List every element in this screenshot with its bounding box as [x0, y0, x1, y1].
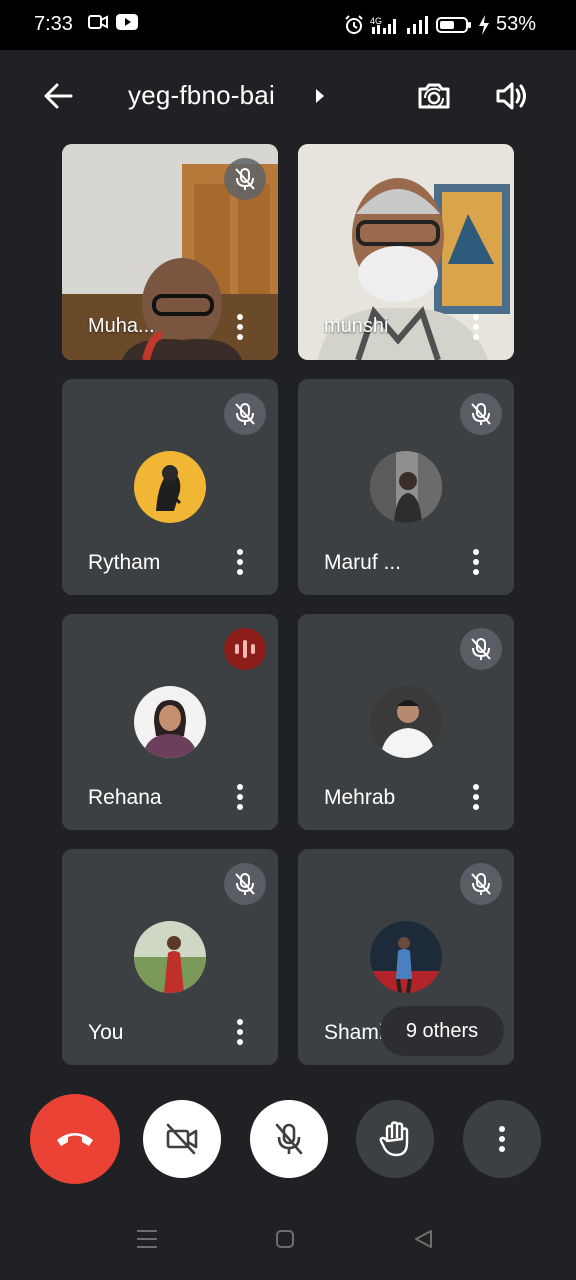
participant-name: Mehrab: [324, 786, 396, 809]
camera-toggle-button[interactable]: [143, 1100, 221, 1178]
volume-up-icon: [496, 82, 526, 110]
status-right-icons: 4G 53%: [344, 13, 536, 36]
raise-hand-button[interactable]: [356, 1100, 434, 1178]
mic-off-icon: [471, 873, 491, 895]
participant-menu-button[interactable]: [230, 1015, 250, 1049]
mic-off-icon: [275, 1123, 303, 1155]
back-nav-button[interactable]: [408, 1224, 438, 1254]
participant-name: Muha...: [88, 315, 155, 337]
alarm-icon: [344, 14, 364, 35]
home-button[interactable]: [270, 1224, 300, 1254]
recent-apps-button[interactable]: [132, 1224, 162, 1254]
participant-menu-button[interactable]: [230, 780, 250, 814]
participant-name: munshi: [324, 315, 389, 337]
more-vert-icon: [473, 549, 479, 575]
participant-tile[interactable]: Rytham: [62, 379, 278, 595]
participant-tile-self[interactable]: You: [62, 849, 278, 1065]
more-vert-icon: [237, 549, 243, 575]
mic-off-icon: [471, 638, 491, 660]
battery-percent: 53%: [495, 13, 536, 35]
participant-menu-button[interactable]: [466, 780, 486, 814]
signal-icon: [406, 15, 430, 35]
call-controls: [0, 1094, 576, 1186]
meeting-header: yeg-fbno-bai: [0, 50, 576, 142]
avatar: [134, 451, 206, 523]
charging-icon: [478, 14, 490, 35]
back-triangle-icon: [415, 1230, 432, 1248]
svg-text:4G: 4G: [370, 16, 382, 26]
avatar: [134, 921, 206, 993]
mic-off-icon: [235, 168, 255, 190]
more-options-button[interactable]: [463, 1100, 541, 1178]
home-square-icon: [276, 1230, 294, 1248]
status-left-icons: [88, 14, 138, 35]
chevron-right-icon[interactable]: [314, 88, 326, 109]
video-call-notification-icon: [88, 14, 108, 35]
avatar: [134, 686, 206, 758]
mic-toggle-button[interactable]: [250, 1100, 328, 1178]
switch-camera-icon: [418, 83, 450, 109]
participant-menu-button[interactable]: [466, 310, 486, 344]
others-chip[interactable]: 9 others: [380, 1006, 504, 1056]
participant-name: Maruf ...: [324, 551, 402, 574]
participant-name: Rehana: [88, 786, 162, 809]
youtube-icon: [116, 14, 138, 35]
participant-name: Rytham: [88, 551, 161, 574]
call-end-icon: [57, 1133, 93, 1146]
mic-off-icon: [471, 403, 491, 425]
participant-menu-button[interactable]: [230, 310, 250, 344]
participant-tile[interactable]: Rehana: [62, 614, 278, 830]
more-vert-icon: [473, 314, 479, 340]
mic-off-indicator: [460, 393, 502, 435]
raise-hand-icon: [379, 1121, 409, 1157]
back-button[interactable]: [40, 78, 76, 114]
more-vert-icon: [237, 784, 243, 810]
avatar: [370, 686, 442, 758]
status-time: 7:33: [34, 13, 73, 35]
menu-icon: [137, 1230, 157, 1248]
mic-off-indicator: [460, 628, 502, 670]
mic-off-indicator: [224, 158, 266, 200]
participant-tile[interactable]: Mehrab: [298, 614, 514, 830]
mic-off-icon: [235, 873, 255, 895]
system-nav-bar: [0, 1196, 576, 1280]
participant-menu-button[interactable]: [230, 545, 250, 579]
more-vert-icon: [499, 1126, 505, 1152]
avatar: [370, 451, 442, 523]
videocam-off-icon: [166, 1123, 198, 1155]
more-vert-icon: [473, 784, 479, 810]
end-call-button[interactable]: [30, 1094, 120, 1184]
signal-4g-icon: 4G: [370, 15, 400, 35]
meeting-code[interactable]: yeg-fbno-bai: [128, 80, 275, 111]
switch-camera-button[interactable]: [414, 76, 454, 116]
participant-tile[interactable]: Muha...: [62, 144, 278, 360]
avatar: [370, 921, 442, 993]
mic-off-indicator: [224, 863, 266, 905]
mic-off-indicator: [460, 863, 502, 905]
participant-tile[interactable]: munshi: [298, 144, 514, 360]
more-vert-icon: [237, 1019, 243, 1045]
mic-off-indicator: [224, 393, 266, 435]
participant-menu-button[interactable]: [466, 545, 486, 579]
arrow-back-icon: [44, 83, 73, 109]
status-bar: 7:33 4G 53%: [0, 0, 576, 50]
speaking-indicator: [224, 628, 266, 670]
participant-tile[interactable]: Maruf ...: [298, 379, 514, 595]
mic-off-icon: [235, 403, 255, 425]
participant-name: You: [88, 1021, 124, 1044]
battery-icon: [435, 16, 472, 34]
speaker-button[interactable]: [492, 76, 532, 116]
more-vert-icon: [237, 314, 243, 340]
